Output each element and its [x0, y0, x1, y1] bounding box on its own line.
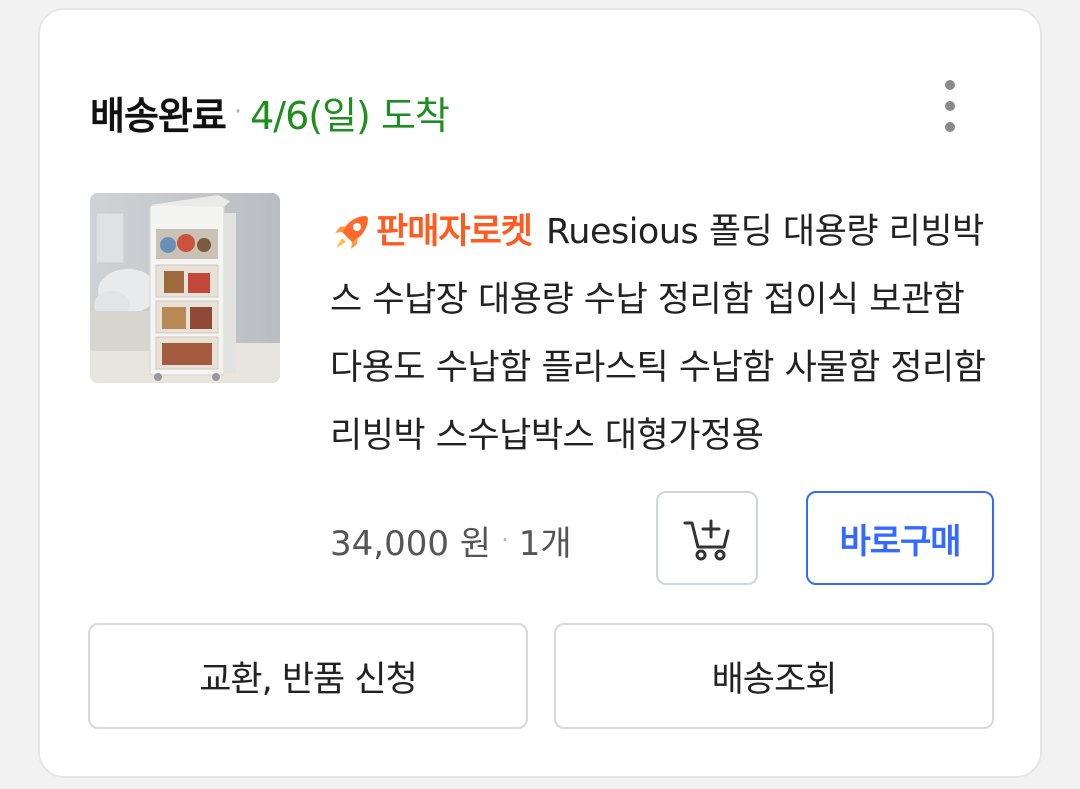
quantity: 1개: [518, 523, 572, 564]
buy-now-button[interactable]: 바로구매: [806, 491, 994, 585]
separator-dot: ·: [233, 97, 243, 127]
seller-rocket-badge: 판매자로켓: [330, 198, 533, 266]
more-vertical-icon: [945, 101, 955, 111]
more-vertical-icon: [945, 122, 955, 132]
storage-cabinet-image: [90, 193, 280, 383]
separator-dot: ·: [501, 526, 509, 554]
add-to-cart-icon: [683, 519, 730, 561]
product-title[interactable]: 판매자로켓 Ruesious 폴딩 대용량 리빙박스 수납장 대용량 수납 정리…: [330, 198, 990, 470]
arrival-date: 4/6(일) 도착: [250, 93, 450, 138]
delivery-status: 배송완료: [90, 93, 227, 138]
more-options-button[interactable]: [930, 80, 970, 132]
price: 34,000 원: [330, 523, 492, 564]
order-card: 배송완료 · 4/6(일) 도착 판매자로켓 Ruesious 폴딩 대용량 리…: [38, 8, 1042, 778]
rocket-icon: [335, 216, 368, 249]
add-to-cart-button[interactable]: [656, 491, 758, 585]
price-row: 34,000 원 · 1개: [330, 512, 572, 568]
more-vertical-icon: [945, 80, 955, 90]
badge-label: 판매자로켓: [376, 212, 533, 252]
order-header: 배송완료 · 4/6(일) 도착: [90, 82, 450, 142]
track-delivery-button[interactable]: 배송조회: [554, 623, 994, 729]
product-thumbnail[interactable]: [90, 193, 280, 383]
exchange-return-button[interactable]: 교환, 반품 신청: [88, 623, 528, 729]
